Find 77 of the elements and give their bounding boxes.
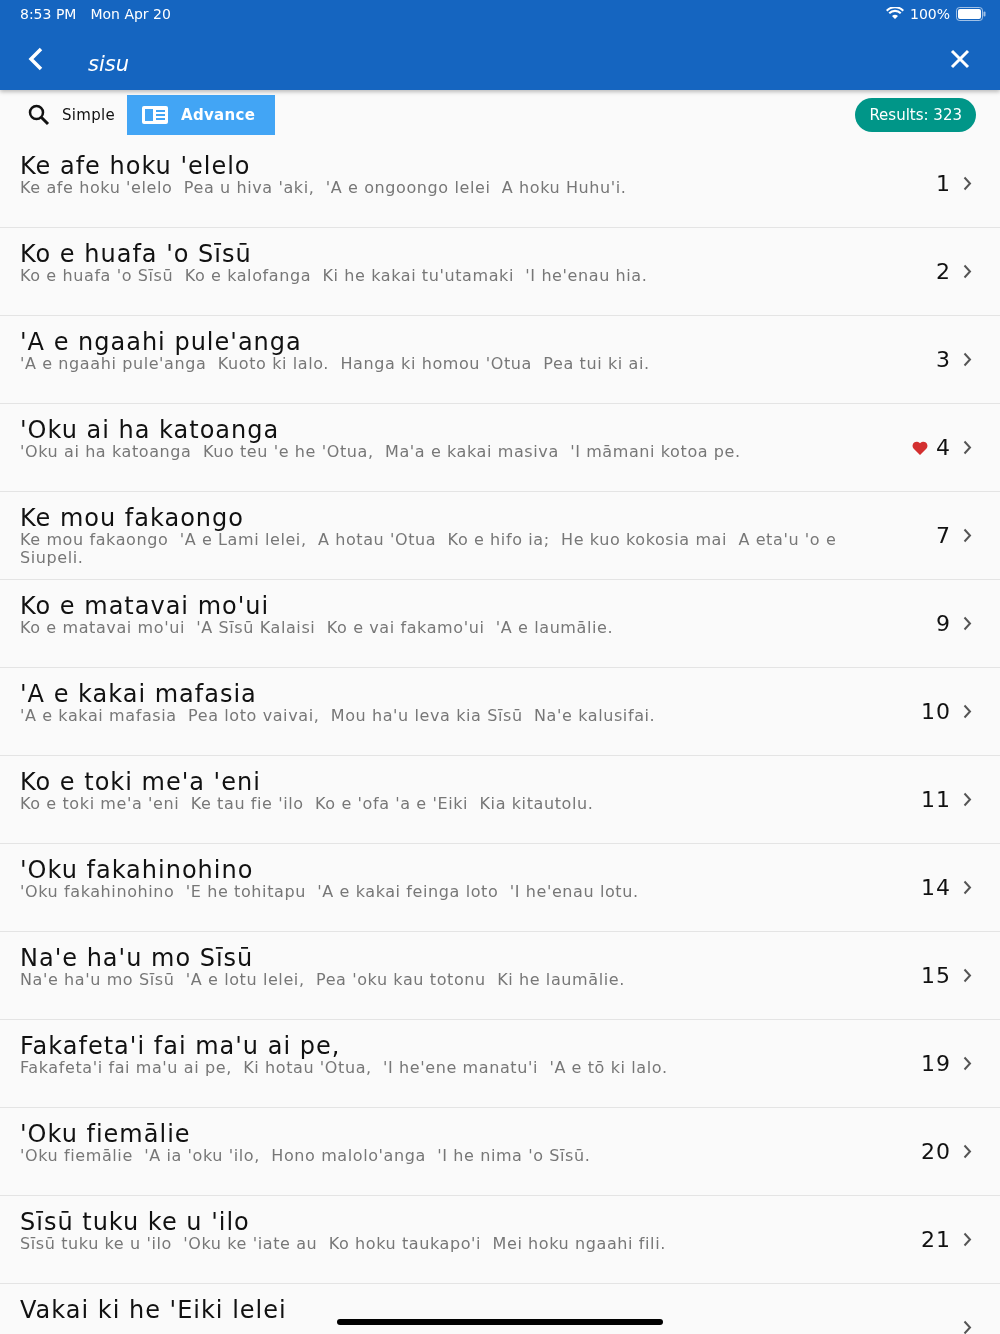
result-row[interactable]: Ko e matavai mo'ui Ko e matavai mo'ui 'A Sīsū Kalaisi Ko e vai fakamo'ui 'A e laumālie. 9 — [0, 580, 1000, 668]
chevron-icon — [963, 528, 972, 543]
chevron-icon — [963, 264, 972, 279]
result-row[interactable]: Ko e toki me'a 'eni Ko e toki me'a 'eni Ke tau fie 'ilo Ko e 'ofa 'a e 'Eiki Kia kitautolu. 11 — [0, 756, 1000, 844]
hymn-title: Ko e matavai mo'ui — [20, 594, 270, 619]
hymn-number: 3 — [936, 347, 951, 372]
result-row[interactable]: 'Oku fakahinohino 'Oku fakahinohino 'E he tohitapu 'A e kakai feinga loto 'I he'enau lotu. 14 — [0, 844, 1000, 932]
book-icon — [141, 105, 170, 125]
battery-percent: 100% — [909, 5, 950, 22]
hymn-title: Fakafeta'i fai ma'u ai pe, — [20, 1034, 341, 1059]
chevron-icon — [963, 440, 972, 455]
hymn-number: 11 — [921, 787, 951, 812]
hymn-number: 9 — [936, 611, 951, 636]
result-row[interactable]: 'Oku fiemālie 'Oku fiemālie 'A ia 'oku 'ilo, Hono malolo'anga 'I he nima 'o Sīsū. 20 — [0, 1108, 1000, 1196]
hymn-title: Sīsū tuku ke u 'ilo — [20, 1210, 250, 1235]
hymn-number: 4 — [936, 435, 951, 460]
chevron-icon — [963, 352, 972, 367]
chevron-icon — [963, 880, 972, 895]
chevron-icon — [963, 1320, 972, 1334]
hymn-title: 'A e kakai mafasia — [20, 682, 257, 707]
hymn-preview: 'A e ngaahi pule'anga Kuoto ki lalo. Hanga ki homou 'Otua Pea tui ki ai. — [20, 355, 651, 373]
hymn-title: Ke afe hoku 'elelo — [20, 154, 251, 179]
hymn-preview: Fakafeta'i fai ma'u ai pe, Ki hotau 'Otua, 'I he'ene manatu'i 'A e tō ki lalo. — [20, 1059, 669, 1077]
result-row[interactable]: Ko e huafa 'o Sīsū Ko e huafa 'o Sīsū Ko e kalofanga Ki he kakai tu'utamaki 'I he'enau hia. 2 — [0, 228, 1000, 316]
hymn-preview: Na'e ha'u mo Sīsū 'A e lotu lelei, Pea 'oku kau totonu Ki he laumālie. — [20, 971, 626, 989]
hymn-number: 19 — [921, 1051, 951, 1076]
hymn-preview: 'A e kakai mafasia Pea loto vaivai, Mou ha'u leva kia Sīsū Na'e kalusifai. — [20, 707, 657, 725]
hymn-title: 'Oku fakahinohino — [20, 858, 254, 883]
hymn-title: 'Oku ai ha katoanga — [20, 418, 280, 443]
hymn-number: 20 — [921, 1139, 951, 1164]
hymn-number: 10 — [921, 699, 951, 724]
chevron-icon — [963, 1056, 972, 1071]
hymn-title: Na'e ha'u mo Sīsū — [20, 946, 254, 971]
chevron-icon — [963, 704, 972, 719]
results-count-badge: Results: 323 — [855, 98, 976, 132]
battery-icon — [956, 6, 986, 21]
hymn-preview: Ke afe hoku 'elelo Pea u hiva 'aki, 'A e ongoongo lelei A hoku Huhu'i. — [20, 179, 628, 197]
hymn-title: 'A e ngaahi pule'anga — [20, 330, 302, 355]
hymn-title: Ko e huafa 'o Sīsū — [20, 242, 252, 267]
hymn-number: 15 — [921, 963, 951, 988]
result-row[interactable]: Sīsū tuku ke u 'ilo Sīsū tuku ke u 'ilo 'Oku ke 'iate au Ko hoku taukapo'i Mei hoku ngaahi fili. 21 — [0, 1196, 1000, 1284]
result-row[interactable]: Ke mou fakaongo Ke mou fakaongo 'A e Lami lelei, A hotau 'Otua Ko e hifo ia; He kuo kokosia mai A eta'u 'o e Siupeli. 7 — [0, 492, 1000, 580]
hymn-preview: Ko e matavai mo'ui 'A Sīsū Kalaisi Ko e vai fakamo'ui 'A e laumālie. — [20, 619, 615, 637]
hymn-title: 'Oku fiemālie — [20, 1122, 191, 1147]
hymn-preview: Ko e huafa 'o Sīsū Ko e kalofanga Ki he kakai tu'utamaki 'I he'enau hia. — [20, 267, 649, 285]
chevron-icon — [963, 968, 972, 983]
hymn-number: 14 — [921, 875, 951, 900]
chevron-icon — [963, 616, 972, 631]
result-row[interactable]: 'Oku ai ha katoanga 'Oku ai ha katoanga Kuo teu 'e he 'Otua, Ma'a e kakai masiva 'I māmani kotoa pe. 4 — [0, 404, 1000, 492]
hymn-preview: Ko e toki me'a 'eni Ke tau fie 'ilo Ko e 'ofa 'a e 'Eiki Kia kitautolu. — [20, 795, 595, 813]
hymn-preview: 'Oku fakahinohino 'E he tohitapu 'A e kakai feinga loto 'I he'enau lotu. — [20, 883, 640, 901]
mode-tab[interactable]: Simple — [26, 95, 118, 135]
result-row[interactable]: Na'e ha'u mo Sīsū Na'e ha'u mo Sīsū 'A e lotu lelei, Pea 'oku kau totonu Ki he laumālie. 15 — [0, 932, 1000, 1020]
chevron-icon — [963, 1232, 972, 1247]
wifi-icon — [885, 7, 904, 20]
hymn-title: Ko e toki me'a 'eni — [20, 770, 261, 795]
result-row[interactable]: Ke afe hoku 'elelo Ke afe hoku 'elelo Pea u hiva 'aki, 'A e ongoongo lelei A hoku Huhu'i. 1 — [0, 140, 1000, 228]
hymn-preview: Sīsū tuku ke u 'ilo 'Oku ke 'iate au Ko hoku taukapo'i Mei hoku ngaahi fili. — [20, 1235, 667, 1253]
hymn-number: 1 — [936, 171, 951, 196]
hymn-preview: 'Oku fiemālie 'A ia 'oku 'ilo, Hono malolo'anga 'I he nima 'o Sīsū. — [20, 1147, 592, 1165]
search-query[interactable]: sisu — [88, 51, 946, 76]
search-icon — [28, 104, 50, 126]
status-date: Mon Apr 20 — [90, 5, 171, 22]
status-time: 8:53 PM — [20, 5, 77, 22]
chevron-icon — [963, 1144, 972, 1159]
hymn-title: Ke mou fakaongo — [20, 506, 244, 531]
chevron-icon — [963, 792, 972, 807]
result-row[interactable]: 'A e kakai mafasia 'A e kakai mafasia Pea loto vaivai, Mou ha'u leva kia Sīsū Na'e kalusifai. 10 — [0, 668, 1000, 756]
chevron-icon — [963, 176, 972, 191]
hymn-number: 2 — [936, 259, 951, 284]
result-row[interactable]: 'A e ngaahi pule'anga 'A e ngaahi pule'anga Kuoto ki lalo. Hanga ki homou 'Otua Pea tui ki ai. 3 — [0, 316, 1000, 404]
hymn-number: 21 — [921, 1227, 951, 1252]
hymn-preview: Ke mou fakaongo 'A e Lami lelei, A hotau 'Otua Ko e hifo ia; He kuo kokosia mai A eta'u 'o e Siupeli. — [20, 531, 838, 567]
hymn-number: 7 — [936, 523, 951, 548]
result-row[interactable]: Fakafeta'i fai ma'u ai pe, Fakafeta'i fai ma'u ai pe, Ki hotau 'Otua, 'I he'ene manatu'i 'A e tō ki lalo. 19 — [0, 1020, 1000, 1108]
hymn-preview: 'Oku ai ha katoanga Kuo teu 'e he 'Otua, Ma'a e kakai masiva 'I māmani kotoa pe. — [20, 443, 742, 461]
hymn-title: Vakai ki he 'Eiki lelei — [20, 1298, 287, 1323]
